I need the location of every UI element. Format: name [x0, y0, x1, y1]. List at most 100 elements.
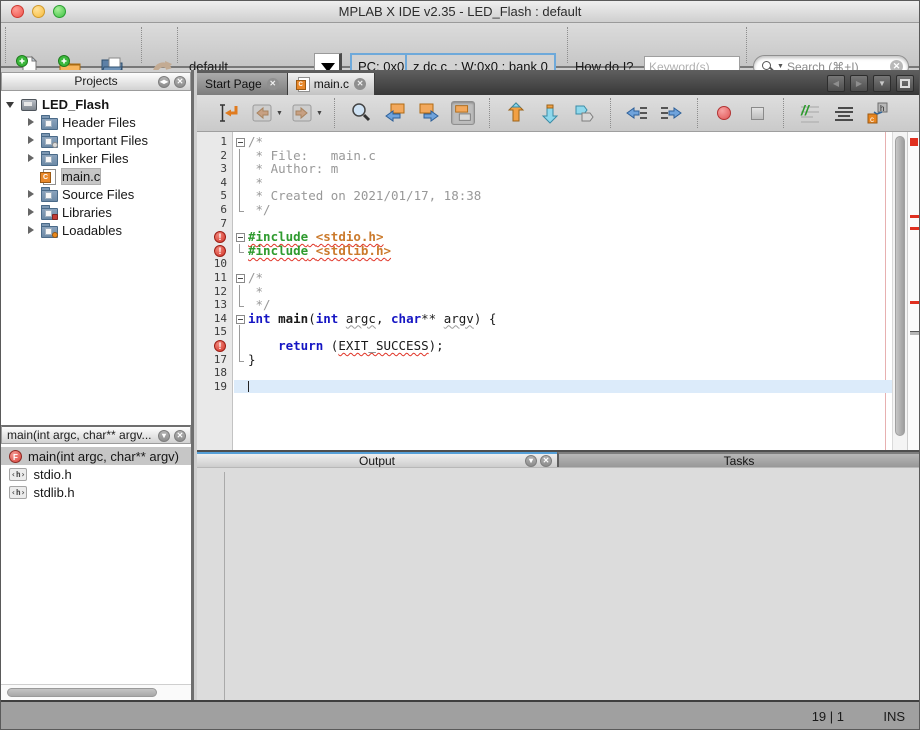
line-number[interactable]: 18 [197, 366, 234, 380]
code-fold-marker[interactable] [234, 353, 248, 367]
code-line[interactable]: !#include <stdlib.h> [197, 244, 892, 258]
code-text[interactable]: int main(int argc, char** argv) { [248, 312, 892, 326]
tree-item-header-files[interactable]: Header Files [1, 113, 191, 131]
code-line[interactable]: 18 [197, 366, 892, 380]
tab-tasks[interactable]: Tasks [557, 452, 919, 467]
code-text[interactable]: */ [248, 203, 892, 217]
code-line[interactable]: 19 [197, 380, 892, 394]
tree-item-main-c[interactable]: main.c [1, 167, 191, 185]
code-line[interactable]: 14int main(int argc, char** argv) { [197, 312, 892, 326]
code-line[interactable]: 2 * File: main.c [197, 149, 892, 163]
line-error-annotation[interactable]: ! [197, 339, 234, 353]
navigator-horizontal-scrollbar[interactable] [1, 684, 191, 700]
tab-main-c[interactable]: main.c ✕ [288, 73, 375, 95]
forward-dropdown-icon[interactable]: ▼ [316, 110, 323, 117]
code-line[interactable]: 17} [197, 353, 892, 367]
navigator-minimize-icon[interactable]: ▾ [158, 430, 170, 442]
line-error-annotation[interactable]: ! [197, 230, 234, 244]
tab-close-icon[interactable]: ✕ [354, 78, 366, 90]
disclosure-triangle-icon[interactable] [25, 152, 37, 164]
toggle-highlight-search-button[interactable] [451, 101, 475, 125]
code-line[interactable]: 4 * [197, 176, 892, 190]
scrollbar-thumb[interactable] [895, 136, 905, 436]
code-fold-marker[interactable] [234, 244, 248, 258]
search-scope-caret-icon[interactable]: ▼ [777, 63, 784, 70]
line-number[interactable]: 11 [197, 271, 234, 285]
code-text[interactable] [248, 366, 892, 380]
tree-item-linker-files[interactable]: Linker Files [1, 149, 191, 167]
navigator-item[interactable]: main(int argc, char** argv) [1, 447, 191, 465]
code-text[interactable]: /* [248, 135, 892, 149]
stop-macro-recording-button[interactable] [751, 107, 764, 120]
code-text[interactable] [248, 257, 892, 271]
line-number[interactable]: 15 [197, 325, 234, 339]
disclosure-triangle-icon[interactable] [25, 188, 37, 200]
code-text[interactable]: * [248, 285, 892, 299]
tab-output[interactable]: Output ▾ ✕ [197, 452, 557, 467]
output-close-icon[interactable]: ✕ [540, 455, 552, 467]
code-text[interactable]: * Created on 2021/01/17, 18:38 [248, 189, 892, 203]
scroll-tabs-left-icon[interactable]: ◀ [827, 75, 845, 92]
disclosure-triangle-icon[interactable] [25, 206, 37, 218]
code-fold-marker[interactable] [234, 339, 248, 353]
code-line[interactable]: 10 [197, 257, 892, 271]
line-number[interactable]: 19 [197, 380, 234, 394]
line-number[interactable]: 5 [197, 189, 234, 203]
disclosure-triangle-icon[interactable] [25, 134, 37, 146]
projects-close-icon[interactable]: ✕ [174, 76, 186, 88]
scroll-tabs-right-icon[interactable]: ▶ [850, 75, 868, 92]
code-line[interactable]: 15 [197, 325, 892, 339]
code-fold-marker[interactable] [234, 285, 248, 299]
uncomment-button[interactable] [832, 101, 856, 125]
code-text[interactable]: * [248, 176, 892, 190]
tab-start-page[interactable]: Start Page ✕ [197, 73, 288, 95]
code-line[interactable]: ! return (EXIT_SUCCESS); [197, 339, 892, 353]
code-line[interactable]: 11/* [197, 271, 892, 285]
output-content[interactable] [197, 467, 919, 704]
code-text[interactable]: * File: main.c [248, 149, 892, 163]
tree-item-source-files[interactable]: Source Files [1, 185, 191, 203]
navigator-item[interactable]: stdlib.h [1, 483, 191, 501]
code-fold-marker[interactable] [234, 271, 248, 285]
error-stripe-caret-mark[interactable] [910, 331, 919, 335]
line-number[interactable]: 1 [197, 135, 234, 149]
error-badge-icon[interactable]: ! [214, 340, 226, 352]
toggle-header-source-button[interactable]: hc [866, 101, 890, 125]
minimize-window-button[interactable] [32, 5, 45, 18]
code-line[interactable]: 12 * [197, 285, 892, 299]
code-line[interactable]: 5 * Created on 2021/01/17, 18:38 [197, 189, 892, 203]
disclosure-triangle-icon[interactable] [5, 98, 17, 110]
code-fold-marker[interactable] [234, 149, 248, 163]
previous-occurrence-button[interactable] [504, 101, 528, 125]
start-macro-recording-button[interactable] [717, 106, 731, 120]
navigator-panel-header[interactable]: main(int argc, char** argv... ▾ ✕ [1, 425, 191, 444]
code-fold-marker[interactable] [234, 325, 248, 339]
line-number[interactable]: 13 [197, 298, 234, 312]
forward-button[interactable] [290, 101, 314, 125]
tree-item-loadables[interactable]: Loadables [1, 221, 191, 239]
code-text[interactable] [248, 380, 892, 394]
code-line[interactable]: 6 */ [197, 203, 892, 217]
disclosure-triangle-icon[interactable] [25, 224, 37, 236]
code-line[interactable]: 3 * Author: m [197, 162, 892, 176]
projects-minimize-icon[interactable]: ◂▸ [158, 76, 170, 88]
back-dropdown-icon[interactable]: ▼ [276, 110, 283, 117]
code-line[interactable]: 7 [197, 217, 892, 231]
code-fold-marker[interactable] [234, 203, 248, 217]
zoom-window-button[interactable] [53, 5, 66, 18]
comment-button[interactable]: // [798, 101, 822, 125]
close-window-button[interactable] [11, 5, 24, 18]
error-badge-icon[interactable]: ! [214, 245, 226, 257]
code-text[interactable]: #include <stdio.h> [248, 230, 892, 244]
code-line[interactable]: 13 */ [197, 298, 892, 312]
tree-item-important-files[interactable]: Important Files [1, 131, 191, 149]
find-selection-button[interactable] [349, 101, 373, 125]
output-minimize-icon[interactable]: ▾ [525, 455, 537, 467]
editor-vertical-scrollbar[interactable] [892, 132, 907, 450]
error-stripe-mark[interactable] [910, 215, 919, 218]
find-next-button[interactable] [417, 101, 441, 125]
line-number[interactable]: 7 [197, 217, 234, 231]
find-previous-button[interactable] [383, 101, 407, 125]
code-line[interactable]: 1 /* [197, 135, 892, 149]
line-number[interactable]: 2 [197, 149, 234, 163]
